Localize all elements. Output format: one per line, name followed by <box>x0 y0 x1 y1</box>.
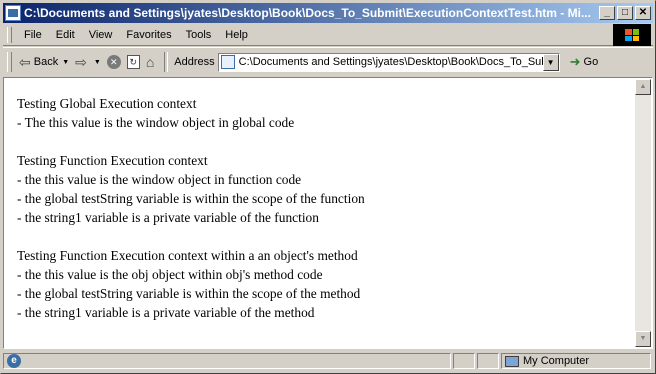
status-pane-zone: My Computer <box>501 353 651 369</box>
menu-grip <box>7 27 12 43</box>
status-pane-blank <box>477 353 499 369</box>
refresh-icon: ↻ <box>126 55 140 69</box>
arrow-right-icon: ⇨ <box>75 53 87 70</box>
address-field[interactable]: C:\Documents and Settings\jyates\Desktop… <box>217 52 560 72</box>
menu-view[interactable]: View <box>83 29 119 41</box>
go-label: Go <box>583 56 599 68</box>
back-label: Back <box>33 56 59 68</box>
close-button[interactable]: ✕ <box>635 6 651 20</box>
ie-page-icon <box>5 5 21 21</box>
menu-edit[interactable]: Edit <box>50 29 81 41</box>
page-content[interactable]: Testing Global Execution context - The t… <box>3 77 653 349</box>
computer-icon <box>505 355 519 367</box>
refresh-button[interactable]: ↻ <box>124 51 143 73</box>
text-line: - the string1 variable is a private vari… <box>17 305 315 320</box>
stop-icon: ✕ <box>106 55 121 69</box>
title-bar[interactable]: C:\Documents and Settings\jyates\Desktop… <box>3 3 653 23</box>
back-button[interactable]: ⇦ Back ▼ <box>16 51 72 73</box>
text-line: - the global testString variable is with… <box>17 191 365 206</box>
address-label: Address <box>174 56 215 68</box>
maximize-button[interactable]: □ <box>617 6 633 20</box>
text-line: - the this value is the window object in… <box>17 172 302 187</box>
text-line: Testing Function Execution context <box>17 153 208 168</box>
address-input[interactable]: C:\Documents and Settings\jyates\Desktop… <box>239 56 543 68</box>
windows-flag-icon <box>625 29 639 41</box>
menu-favorites[interactable]: Favorites <box>120 29 177 41</box>
status-pane-blank <box>453 353 475 369</box>
scroll-down-button[interactable]: ▼ <box>635 331 651 347</box>
text-line: - the string1 variable is a private vari… <box>17 210 319 225</box>
zone-label: My Computer <box>523 355 590 367</box>
go-arrow-icon: ➜ <box>569 54 581 69</box>
stop-button[interactable]: ✕ <box>104 51 124 73</box>
minimize-button[interactable]: _ <box>599 6 615 20</box>
menu-file[interactable]: File <box>18 29 48 41</box>
standard-toolbar: ⇦ Back ▼ ⇨ ▼ ✕ ↻ ⌂ Address C:\Documents … <box>3 47 653 76</box>
text-line: Testing Global Execution context <box>17 96 197 111</box>
menu-tools[interactable]: Tools <box>180 29 218 41</box>
toolbar-grip <box>7 52 12 72</box>
text-line: Testing Function Execution context withi… <box>17 248 358 263</box>
ie-icon: e <box>7 354 21 368</box>
scroll-up-button[interactable]: ▲ <box>635 79 651 95</box>
menu-bar: File Edit View Favorites Tools Help <box>3 25 653 46</box>
status-pane-main: e <box>3 353 451 369</box>
menu-help[interactable]: Help <box>219 29 254 41</box>
page-icon <box>220 55 235 69</box>
text-line: - The this value is the window object in… <box>17 115 295 130</box>
address-dropdown-button[interactable]: ▼ <box>542 53 559 71</box>
browser-window: C:\Documents and Settings\jyates\Desktop… <box>0 0 656 374</box>
go-button[interactable]: ➜ Go <box>570 54 599 70</box>
toolbar-separator <box>164 52 169 72</box>
chevron-down-icon[interactable]: ▼ <box>94 59 101 66</box>
window-title: C:\Documents and Settings\jyates\Desktop… <box>24 6 591 20</box>
document-text: Testing Global Execution context - The t… <box>17 94 627 322</box>
home-button[interactable]: ⌂ <box>143 51 160 73</box>
forward-button[interactable]: ⇨ ▼ <box>72 51 104 73</box>
chevron-down-icon[interactable]: ▼ <box>62 59 69 66</box>
text-line: - the this value is the obj object withi… <box>17 267 323 282</box>
status-bar: e My Computer <box>3 351 653 371</box>
arrow-left-icon: ⇦ <box>19 53 31 70</box>
vertical-scrollbar[interactable]: ▲ ▼ <box>635 79 651 347</box>
windows-logo <box>613 24 651 46</box>
home-icon: ⌂ <box>145 54 155 70</box>
text-line: - the global testString variable is with… <box>17 286 361 301</box>
